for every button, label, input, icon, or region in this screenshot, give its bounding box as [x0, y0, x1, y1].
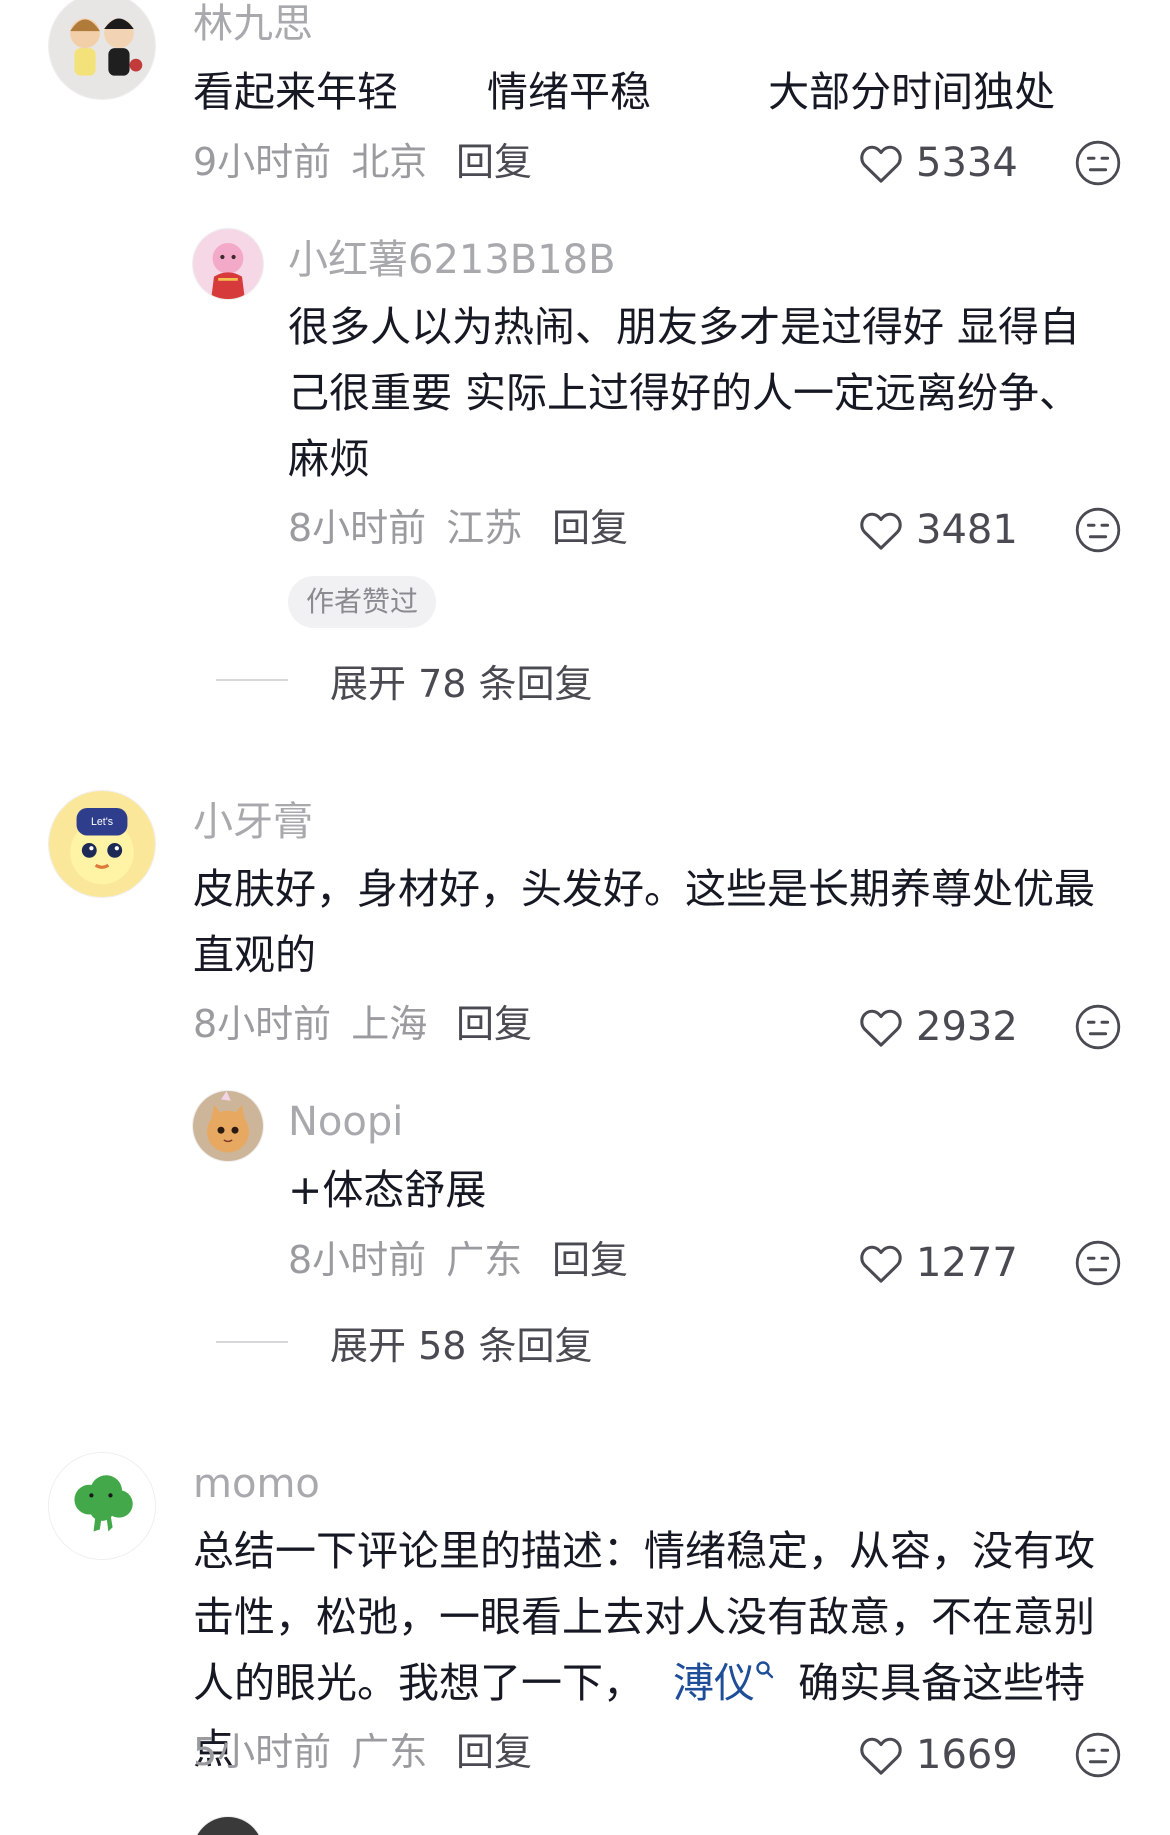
- reply-meta: 8小时前 广东: [288, 1236, 522, 1284]
- meh-face-icon[interactable]: [1074, 139, 1122, 187]
- like-count: 2932: [916, 1004, 1018, 1050]
- comment-time: 5小时前: [193, 1730, 332, 1774]
- reply-time: 8小时前: [288, 506, 427, 550]
- reply-button[interactable]: 回复: [552, 1236, 628, 1284]
- reply-author[interactable]: Noopi: [288, 1098, 403, 1146]
- comment-author[interactable]: 林九思: [193, 0, 313, 48]
- expand-replies-button[interactable]: 展开 58 条回复: [216, 1318, 593, 1368]
- comment-location: 广东: [351, 1730, 428, 1774]
- like-button[interactable]: 2932: [858, 1002, 1018, 1052]
- comment-tag: 看起来年轻: [193, 68, 398, 116]
- meh-face-icon[interactable]: [1074, 1731, 1122, 1779]
- comment-author[interactable]: 小牙膏: [193, 798, 313, 846]
- avatar[interactable]: [192, 1090, 264, 1162]
- heart-outline-icon: [860, 1737, 902, 1775]
- comment-meta: 8小时前 上海: [193, 1000, 427, 1048]
- reply-button[interactable]: 回复: [456, 1728, 532, 1776]
- reply-meta: 8小时前 江苏: [288, 504, 522, 552]
- comment-author[interactable]: momo: [193, 1460, 320, 1508]
- mention-label: 溥仪: [673, 1659, 756, 1707]
- reply-button[interactable]: 回复: [552, 504, 628, 552]
- mention-link[interactable]: 溥仪: [673, 1659, 775, 1707]
- reply-text: +体态舒展: [288, 1166, 487, 1214]
- comment-text: 皮肤好，身材好，头发好。这些是长期养尊处优最直观的: [193, 865, 1095, 979]
- heart-outline-icon: [860, 145, 902, 183]
- comment-text: 看起来年轻 情绪平稳 大部分时间独处: [193, 59, 1143, 125]
- reply-button[interactable]: 回复: [456, 138, 532, 186]
- divider: [216, 679, 288, 681]
- avatar[interactable]: [48, 0, 156, 100]
- comment-location: 上海: [351, 1002, 428, 1046]
- like-count: 5334: [916, 140, 1018, 186]
- avatar[interactable]: [48, 1452, 156, 1560]
- reply-author[interactable]: 小红薯6213B18B: [288, 236, 616, 284]
- avatar[interactable]: Let's: [48, 790, 156, 898]
- reply-location: 广东: [446, 1238, 523, 1282]
- meh-face-icon[interactable]: [1074, 506, 1122, 554]
- comment-time: 8小时前: [193, 1002, 332, 1046]
- expand-replies-button[interactable]: 展开 78 条回复: [216, 656, 593, 706]
- like-count: 3481: [916, 507, 1018, 553]
- comment-meta: 5小时前 广东: [193, 1728, 427, 1776]
- like-count: 1669: [916, 1732, 1018, 1778]
- comment-time: 9小时前: [193, 140, 332, 184]
- reply-location: 江苏: [446, 506, 523, 550]
- meh-face-icon[interactable]: [1074, 1003, 1122, 1051]
- comment-tag: 情绪平稳: [487, 68, 652, 116]
- heart-outline-icon: [860, 1009, 902, 1047]
- like-button[interactable]: 5334: [858, 138, 1018, 188]
- author-liked-badge: 作者赞过: [288, 576, 437, 628]
- heart-outline-icon: [860, 1245, 902, 1283]
- avatar[interactable]: [192, 1816, 264, 1835]
- expand-replies-label: 展开 58 条回复: [330, 1323, 593, 1368]
- svg-text:Let's: Let's: [91, 816, 113, 828]
- like-button[interactable]: 3481: [858, 505, 1018, 555]
- comment-tag: 大部分时间独处: [768, 68, 1056, 116]
- reply-button[interactable]: 回复: [456, 1000, 532, 1048]
- reply-time: 8小时前: [288, 1238, 427, 1282]
- divider: [216, 1341, 288, 1343]
- like-count: 1277: [916, 1240, 1018, 1286]
- meh-face-icon[interactable]: [1074, 1239, 1122, 1287]
- like-button[interactable]: 1669: [858, 1730, 1018, 1780]
- avatar[interactable]: [192, 228, 264, 300]
- heart-outline-icon: [860, 512, 902, 550]
- comment-location: 北京: [351, 140, 428, 184]
- comment-list: 林九思 看起来年轻 情绪平稳 大部分时间独处 9小时前 北京 回复 5334 小…: [0, 0, 1170, 1835]
- expand-replies-label: 展开 78 条回复: [330, 661, 593, 706]
- comment-meta: 9小时前 北京: [193, 138, 427, 186]
- like-button[interactable]: 1277: [858, 1238, 1018, 1288]
- search-icon: [756, 1661, 774, 1679]
- reply-text: 很多人以为热闹、朋友多才是过得好 显得自己很重要 实际上过得好的人一定远离纷争、…: [288, 303, 1081, 483]
